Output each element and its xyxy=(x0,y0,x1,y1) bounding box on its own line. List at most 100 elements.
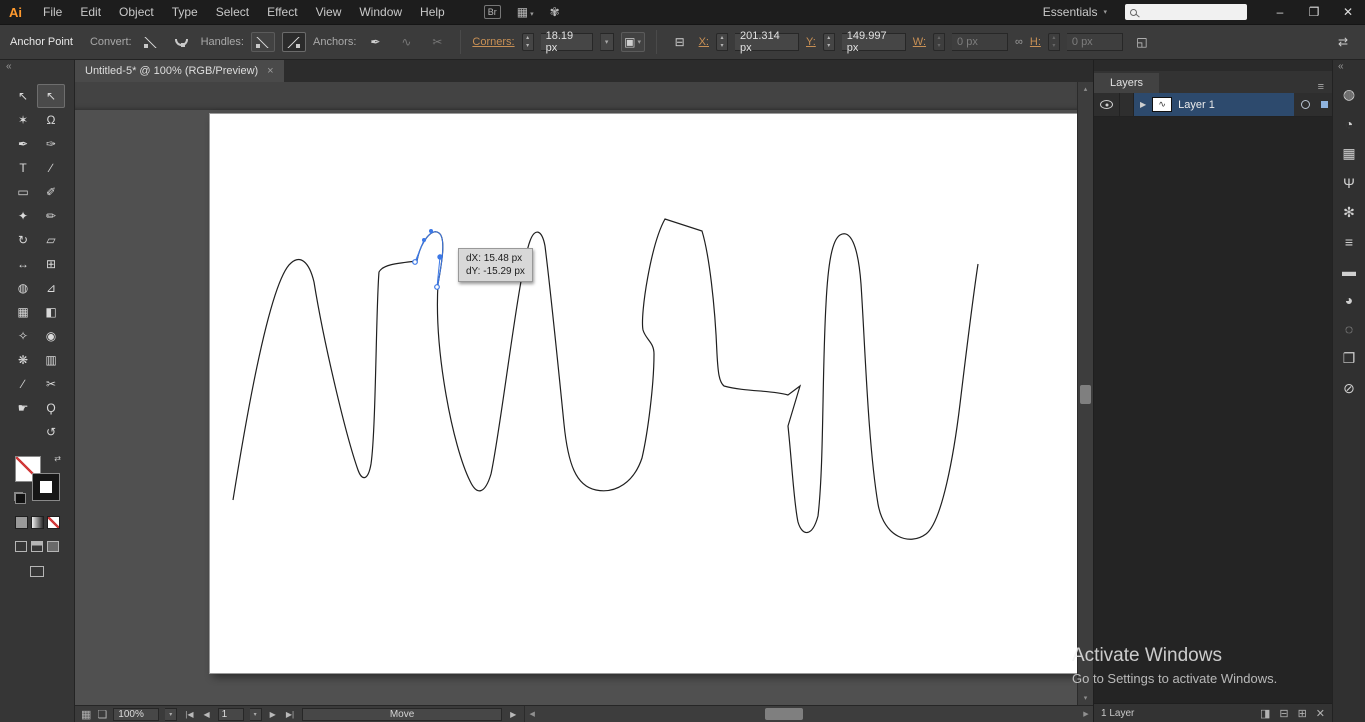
zoom-level[interactable]: 100% xyxy=(113,708,159,721)
mesh-tool[interactable]: ▦ xyxy=(9,300,37,324)
brushes-panel-icon[interactable]: Ψ xyxy=(1343,175,1355,191)
new-sublayer-icon[interactable]: ⊟ xyxy=(1279,707,1288,720)
control-panel-collapse-icon[interactable]: ⇄ xyxy=(1331,32,1355,52)
visibility-cell[interactable] xyxy=(1094,93,1120,116)
stroke-panel-icon[interactable]: ≡ xyxy=(1345,234,1353,250)
y-value[interactable]: 149.997 px xyxy=(842,33,906,51)
bridge-icon[interactable]: Br xyxy=(484,5,501,19)
delete-layer-icon[interactable]: ✕ xyxy=(1316,707,1325,720)
layer-row[interactable]: ▶ ∿ Layer 1 xyxy=(1094,93,1332,117)
shaper-tool[interactable]: ✦ xyxy=(9,204,37,228)
convert-to-smooth-button[interactable] xyxy=(170,32,194,52)
make-clipping-mask-icon[interactable]: ◨ xyxy=(1260,707,1270,720)
menu-type[interactable]: Type xyxy=(163,1,207,23)
status-expand-icon[interactable]: ▶ xyxy=(508,710,518,719)
curvature-tool[interactable]: ✑ xyxy=(37,132,65,156)
x-link[interactable]: X: xyxy=(699,36,709,48)
connect-endpoints-button[interactable]: ∿ xyxy=(394,32,418,52)
y-stepper[interactable]: ▴▾ xyxy=(823,33,835,51)
type-tool[interactable]: T xyxy=(9,156,37,180)
cut-path-button[interactable]: ✂ xyxy=(425,32,449,52)
rotate-tool[interactable]: ↻ xyxy=(9,228,37,252)
convert-to-corner-button[interactable] xyxy=(139,32,163,52)
x-stepper[interactable]: ▴▾ xyxy=(716,33,728,51)
appearance-panel-icon[interactable]: ◌ xyxy=(1345,321,1353,337)
new-layer-icon[interactable]: ⊞ xyxy=(1298,707,1307,720)
free-transform-tool[interactable]: ⊞ xyxy=(37,252,65,276)
scroll-up-icon[interactable]: ▴ xyxy=(1078,82,1093,96)
pen-tool[interactable]: ✒ xyxy=(9,132,37,156)
touch-workspace-icon[interactable]: ✾ xyxy=(550,5,560,19)
restore-button[interactable]: ❐ xyxy=(1297,1,1331,23)
tab-close-icon[interactable]: × xyxy=(267,65,273,77)
document-tab[interactable]: Untitled-5* @ 100% (RGB/Preview) × xyxy=(75,60,284,82)
hide-handles-button[interactable] xyxy=(251,32,275,52)
pencil-tool[interactable]: ✏ xyxy=(37,204,65,228)
corners-link[interactable]: Corners: xyxy=(472,36,514,48)
menu-select[interactable]: Select xyxy=(207,1,258,23)
previous-artboard-button[interactable]: ◀ xyxy=(202,710,212,719)
menu-file[interactable]: File xyxy=(34,1,71,23)
artboard-number[interactable]: 1 xyxy=(218,708,244,721)
draw-behind-icon[interactable] xyxy=(31,541,43,552)
collapse-tools-icon[interactable]: « xyxy=(0,60,74,76)
first-artboard-button[interactable]: |◀ xyxy=(183,710,195,719)
corners-dropdown[interactable]: ▾ xyxy=(600,33,614,51)
corners-value[interactable]: 18.19 px xyxy=(541,33,593,51)
color-guide-panel-icon[interactable]: ◔ xyxy=(1345,116,1353,132)
direct-selection-tool[interactable]: ↖ xyxy=(37,84,65,108)
slice-tool[interactable]: ∕ xyxy=(9,372,37,396)
remove-anchor-button[interactable]: ✒ xyxy=(363,32,387,52)
expand-panels-icon[interactable]: « xyxy=(1333,60,1365,76)
status-tool-display[interactable]: Move xyxy=(302,708,502,721)
default-fill-stroke-icon[interactable] xyxy=(14,492,23,501)
scroll-right-icon[interactable]: ▶ xyxy=(1079,706,1093,722)
x-value[interactable]: 201.314 px xyxy=(735,33,799,51)
artboard[interactable] xyxy=(210,114,1077,673)
search-box[interactable] xyxy=(1125,4,1247,20)
color-panel-icon[interactable]: ◍ xyxy=(1343,86,1355,103)
perspective-grid-tool[interactable]: ⊿ xyxy=(37,276,65,300)
next-artboard-button[interactable]: ▶ xyxy=(268,710,278,719)
workspace-switcher[interactable]: Essentials ▾ xyxy=(1043,5,1107,19)
color-button[interactable] xyxy=(15,516,28,529)
vertical-scrollbar[interactable]: ▴ ▾ xyxy=(1077,82,1093,705)
vertical-scroll-thumb[interactable] xyxy=(1080,385,1091,404)
draw-inside-icon[interactable] xyxy=(47,541,59,552)
transparency-panel-icon[interactable]: ◕ xyxy=(1345,292,1353,308)
artboards-icon[interactable]: ▦ xyxy=(81,708,91,721)
width-tool[interactable]: ↔ xyxy=(9,252,37,276)
menu-object[interactable]: Object xyxy=(110,1,163,23)
magic-wand-tool[interactable]: ✶ xyxy=(9,108,37,132)
scroll-down-icon[interactable]: ▾ xyxy=(1078,691,1093,705)
none-button[interactable] xyxy=(47,516,60,529)
select-similar-dropdown[interactable]: ▣▾ xyxy=(621,32,645,52)
menu-effect[interactable]: Effect xyxy=(258,1,306,23)
w-link[interactable]: W: xyxy=(913,36,926,48)
lock-cell[interactable] xyxy=(1120,93,1134,116)
artboard-dropdown-icon[interactable]: ▾ xyxy=(250,708,262,721)
eyedropper-tool[interactable]: ✧ xyxy=(9,324,37,348)
menu-view[interactable]: View xyxy=(307,1,351,23)
symbol-sprayer-tool[interactable]: ❋ xyxy=(9,348,37,372)
rectangle-tool[interactable]: ▭ xyxy=(9,180,37,204)
blend-tool[interactable]: ◉ xyxy=(37,324,65,348)
line-segment-tool[interactable]: ∕ xyxy=(37,156,65,180)
arrange-documents-icon[interactable]: ▦▾ xyxy=(517,5,534,19)
expand-layer-icon[interactable]: ▶ xyxy=(1140,100,1146,109)
gradient-tool[interactable]: ◧ xyxy=(37,300,65,324)
panel-menu-icon[interactable]: ≡ xyxy=(1318,81,1332,93)
rotate-view-tool[interactable]: ↺ xyxy=(37,420,65,444)
horizontal-scrollbar[interactable]: ◀ ▶ xyxy=(524,706,1093,722)
search-input[interactable] xyxy=(1141,6,1242,18)
zoom-dropdown-icon[interactable]: ▾ xyxy=(165,708,177,721)
show-handles-button[interactable] xyxy=(282,32,306,52)
zoom-tool[interactable]: Ϙ xyxy=(37,396,65,420)
draw-normal-icon[interactable] xyxy=(15,541,27,552)
scissors-tool[interactable]: ✂ xyxy=(37,372,65,396)
stroke-swatch[interactable] xyxy=(33,474,59,500)
shape-builder-tool[interactable]: ◍ xyxy=(9,276,37,300)
close-button[interactable]: ✕ xyxy=(1331,1,1365,23)
corners-stepper[interactable]: ▴▾ xyxy=(522,33,534,51)
links-panel-icon[interactable]: ⊘ xyxy=(1343,380,1355,397)
